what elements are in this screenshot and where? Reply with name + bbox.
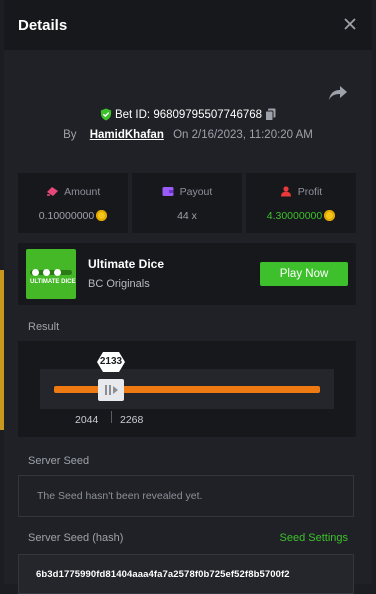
range-high: 2268	[120, 414, 144, 426]
shield-check-icon	[100, 108, 111, 121]
coin-icon	[324, 210, 336, 221]
stat-profit: Profit 4.30000000	[246, 173, 356, 233]
stat-payout-value: 44 x	[177, 210, 197, 222]
thumb-dot	[43, 269, 50, 276]
result-panel: 2133 2044 2268	[18, 341, 356, 437]
by-label: By	[63, 129, 77, 141]
game-thumbnail[interactable]: ULTIMATE DICE	[26, 249, 76, 299]
coin-icon	[96, 210, 108, 221]
server-seed-hash-field[interactable]: 6b3d1775990fd81404aaa4fa7a2578f0b725ef52…	[18, 554, 354, 594]
result-label: Result	[28, 321, 60, 333]
thumb-dot	[54, 269, 61, 276]
wallet-icon	[162, 187, 174, 196]
bet-stats: Amount 0.10000000 Payout 44 x Profit 4.3…	[18, 173, 356, 233]
thumb-dot	[32, 269, 39, 276]
game-name: Ultimate Dice	[88, 257, 165, 271]
dialog-header: Details	[4, 0, 372, 50]
bet-datetime: 2/16/2023, 11:20:20 AM	[191, 129, 313, 141]
stat-payout-label: Payout	[179, 186, 213, 198]
close-icon[interactable]	[342, 16, 358, 32]
game-card: ULTIMATE DICE Ultimate Dice BC Originals…	[18, 243, 356, 305]
play-now-button[interactable]: Play Now	[260, 262, 348, 286]
profit-icon	[280, 186, 291, 197]
stat-amount-value: 0.10000000	[38, 210, 95, 222]
coins-icon	[46, 187, 58, 196]
bet-id-line: Bet ID: 96809795507746768	[4, 108, 372, 121]
server-seed-hash-label: Server Seed (hash)	[28, 532, 124, 544]
server-seed-field: The Seed hasn't been revealed yet.	[18, 475, 354, 517]
game-provider: BC Originals	[88, 278, 150, 290]
details-dialog: Details Bet ID: 96809795507746768 By Ham…	[4, 0, 372, 594]
server-seed-placeholder: The Seed hasn't been revealed yet.	[37, 490, 203, 502]
copy-icon[interactable]	[265, 108, 276, 121]
user-link[interactable]: HamidKhafan	[90, 129, 164, 141]
range-low: 2044	[75, 414, 99, 426]
thumb-title: ULTIMATE DICE	[30, 279, 76, 285]
bet-id-value: 96809795507746768	[153, 109, 263, 121]
share-icon[interactable]	[328, 84, 348, 102]
result-value: 2133	[99, 356, 123, 367]
seed-settings-link[interactable]: Seed Settings	[280, 532, 349, 544]
stat-amount: Amount 0.10000000	[18, 173, 128, 233]
server-seed-hash-value: 6b3d1775990fd81404aaa4fa7a2578f0b725ef52…	[36, 569, 290, 580]
stat-amount-label: Amount	[64, 186, 101, 198]
on-label: On	[173, 129, 189, 141]
stat-profit-value: 4.30000000	[266, 210, 323, 222]
range-divider	[111, 411, 112, 423]
dialog-title: Details	[18, 17, 68, 34]
stat-profit-label: Profit	[297, 186, 323, 198]
bet-id-label: Bet ID:	[114, 109, 151, 121]
slider-handle	[98, 379, 124, 401]
server-seed-label: Server Seed	[28, 455, 90, 467]
bet-author-line: By HamidKhafan On 2/16/2023, 11:20:20 AM	[4, 129, 372, 141]
stat-payout: Payout 44 x	[132, 173, 242, 233]
result-slider-track	[54, 386, 320, 393]
